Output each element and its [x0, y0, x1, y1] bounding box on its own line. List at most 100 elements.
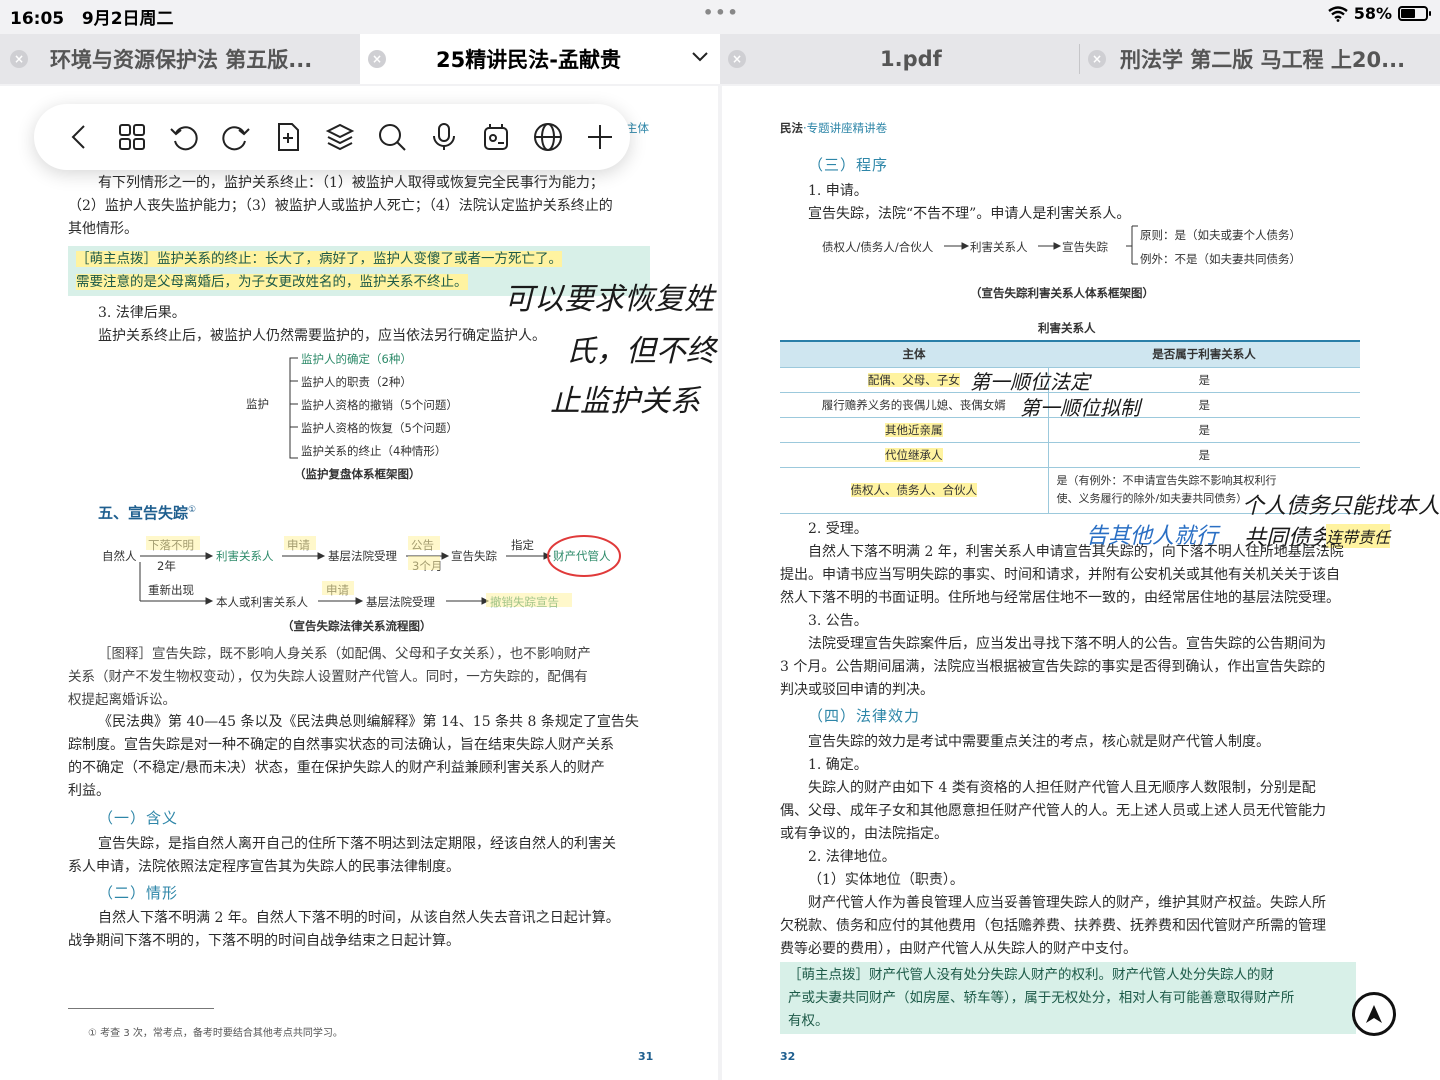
figure-note: 权提起离婚诉讼。	[68, 692, 176, 708]
subsection-heading: （三）程序	[808, 156, 889, 174]
paragraph: 欠税款、债务和应付的其他费用（包括赡养费、扶养费、抚养费和因代管财产所需的管理	[780, 918, 1326, 934]
wifi-icon	[1327, 5, 1348, 22]
flow-arrows	[139, 535, 621, 607]
add-page-icon[interactable]	[262, 111, 314, 163]
paragraph: 系人申请，法院依照法定程序宣告其为失踪人的民事法律制度。	[68, 859, 460, 875]
table-cell: 代位继承人	[780, 442, 1049, 468]
tab-bar: × 环境与资源保护法 第五版... × 25精讲民法-孟献贵 × 1.pdf ×…	[0, 34, 1440, 84]
handwritten-note: 个人债务只能找本人	[1242, 494, 1440, 519]
navigate-up-icon[interactable]	[1352, 992, 1396, 1036]
item-heading: 3. 公告。	[808, 613, 868, 629]
tip-text: 有权。	[788, 1013, 829, 1029]
close-icon[interactable]: ×	[368, 50, 386, 68]
item-heading: （1）实体地位（职责）。	[808, 872, 964, 888]
battery-icon	[1398, 6, 1431, 21]
subsection-heading: （一）含义	[98, 809, 179, 827]
tip-text: ［萌主点拨］财产代管人没有处分失踪人财产的权利。财产代管人处分失踪人的财	[788, 967, 1274, 983]
chain-arrows	[944, 225, 1138, 265]
figure-caption: （宣告失踪法律关系流程图）	[282, 619, 432, 633]
paragraph: 宣告失踪的效力是考试中需要重点关注的考点，核心就是财产代管人制度。	[808, 734, 1270, 750]
tab-divider	[1079, 44, 1080, 74]
item-heading: 2. 法律地位。	[808, 849, 896, 865]
tab-civil-law[interactable]: × 25精讲民法-孟献贵	[360, 34, 720, 84]
paragraph: 费等必要的费用），由财产代管人从失踪人的财产中支付。	[780, 941, 1137, 957]
paragraph: 提出。申请书应当写明失踪的事实、时间和请求，并附有公安机关或其他有关机关关于该自	[780, 567, 1340, 583]
pdf-page-right[interactable]: 民法·专题讲座精讲卷 （三）程序 1. 申请。 宣告失踪，法院“不告不理”。申请…	[722, 86, 1440, 1080]
item-heading: 2. 受理。	[808, 521, 868, 537]
paragraph: 判决或驳回申请的判决。	[780, 682, 934, 698]
table-cell: 其他近亲属	[780, 417, 1049, 443]
subsection-heading: （四）法律效力	[808, 707, 921, 725]
layers-icon[interactable]	[314, 111, 366, 163]
paragraph: 宣告失踪，是指自然人离开自己的住所下落不明达到法定期限，经该自然人的利害关	[98, 836, 616, 852]
tab-pdf[interactable]: × 1.pdf	[726, 34, 1078, 84]
paragraph: 或有争议的，由法院指定。	[780, 826, 948, 842]
pdf-page-left[interactable]: 主体 有下列情形之一的，监护关系终止：（1）被监护人取得或恢复完全民事行为能力；…	[0, 86, 718, 1080]
table-cell: 是	[1048, 442, 1360, 468]
status-right: 58%	[1327, 4, 1431, 23]
table-header: 是否属于利害关系人	[1048, 341, 1360, 368]
figure-caption: （宣告失踪利害关系人体系框架图）	[970, 286, 1154, 300]
footnote: ① 考查 3 次，常考点，备考时要结合其他考点共同学习。	[88, 1028, 343, 1039]
item-heading: 1. 确定。	[808, 757, 868, 773]
paragraph: 踪制度。宣告失踪是对一种不确定的自然事实状态的司法确认，旨在结束失踪人财产关系	[68, 737, 614, 753]
tab-title: 刑法学 第二版 马工程 上20...	[1120, 48, 1406, 72]
paragraph: 的不确定（不稳定/悬而未决）状态，重在保护失踪人的财产利益兼顾利害关系人的财产	[68, 760, 605, 776]
figure-note: ［图释］宣告失踪，既不影响人身关系（如配偶、父母和子女关系），也不影响财产	[98, 646, 591, 662]
grid-icon[interactable]	[106, 111, 158, 163]
handwritten-note: 第一顺位拟制	[1020, 396, 1140, 420]
tab-title: 1.pdf	[880, 47, 942, 71]
search-icon[interactable]	[366, 111, 418, 163]
plus-icon[interactable]	[574, 111, 626, 163]
annotation-toolbar	[34, 104, 630, 170]
close-icon[interactable]: ×	[1088, 50, 1106, 68]
status-bar: 16:05 9月2日周二 ••• 58%	[0, 0, 1440, 30]
sticker-icon[interactable]	[470, 111, 522, 163]
paragraph: 偶、父母、成年子女和其他愿意担任财产代管人的人。无上述人员或上述人员无代管能力	[780, 803, 1326, 819]
rule-text: 原则：是（如夫或妻个人债务）	[1140, 228, 1301, 242]
page-number: 32	[780, 1050, 796, 1063]
paragraph: 失踪人的财产由如下 4 类有资格的人担任财产代管人且无顺序人数限制，分别是配	[808, 780, 1316, 796]
figure-note: 关系（财产不发生物权变动），仅为失踪人设置财产代管人。同时，一方失踪的，配偶有	[68, 669, 588, 685]
paragraph: 《民法典》第 40—45 条以及《民法典总则编解释》第 14、15 条共 8 条…	[98, 714, 639, 730]
paragraph: 战争期间下落不明的，下落不明的时间自战争结束之日起计算。	[68, 933, 460, 949]
back-icon[interactable]	[54, 111, 106, 163]
item-heading: 1. 申请。	[808, 183, 868, 199]
paragraph: 法院受理宣告失踪案件后，应当发出寻找下落不明人的公告。宣告失踪的公告期间为	[808, 636, 1326, 652]
tip-text: 产或夫妻共同财产（如房屋、轿车等），属于无权处分，相对人有可能善意取得财产所	[788, 990, 1295, 1006]
table-cell: 债权人、债务人、合伙人	[780, 467, 1049, 514]
table-cell: 是	[1048, 367, 1360, 393]
handwritten-note: 第一顺位法定	[970, 370, 1090, 394]
battery-fill	[1401, 9, 1415, 18]
paragraph: 然人下落不明的书面证明。住所地与经常居住地不一致的，由经常居住地的基层法院受理。	[780, 590, 1340, 606]
paragraph: 自然人下落不明满 2 年。自然人下落不明的时间，从该自然人失去音讯之日起计算。	[98, 910, 620, 926]
table-header: 主体	[780, 341, 1048, 368]
running-head: 民法·专题讲座精讲卷	[780, 121, 888, 135]
chevron-down-icon[interactable]	[690, 46, 710, 71]
tab-title: 25精讲民法-孟献贵	[436, 48, 621, 72]
paragraph: 3 个月。公告期间届满，法院应当根据被宣告失踪的事实是否得到确认，作出宣告失踪的	[780, 659, 1326, 675]
table-row: 代位继承人 是	[780, 442, 1360, 468]
globe-icon[interactable]	[522, 111, 574, 163]
status-time: 16:05 9月2日周二	[10, 9, 174, 29]
tab-criminal-law[interactable]: × 刑法学 第二版 马工程 上20...	[1086, 34, 1440, 84]
tab-env-law[interactable]: × 环境与资源保护法 第五版...	[0, 34, 360, 84]
paragraph: 财产代管人作为善良管理人应当妥善管理失踪人的财产，维护其财产权益。失踪人所	[808, 895, 1326, 911]
table-cell: 履行赡养义务的丧偶儿媳、丧偶女婿	[780, 392, 1049, 418]
battery-percent: 58%	[1353, 4, 1392, 23]
page-number: 31	[638, 1050, 654, 1063]
close-icon[interactable]: ×	[728, 50, 746, 68]
exception-text: 例外：不是（如夫妻共同债务）	[1140, 252, 1301, 266]
redo-icon[interactable]	[210, 111, 262, 163]
footnote-rule	[68, 1008, 214, 1009]
undo-icon[interactable]	[158, 111, 210, 163]
paragraph: 利益。	[68, 783, 110, 799]
table-header-row: 主体 是否属于利害关系人	[780, 341, 1360, 368]
paragraph: 自然人下落不明满 2 年，利害关系人申请宣告其失踪的，向下落不明人住所地基层法院	[808, 544, 1344, 560]
subsection-heading: （二）情形	[98, 884, 179, 902]
microphone-icon[interactable]	[418, 111, 470, 163]
table-title: 利害关系人	[1038, 321, 1096, 335]
close-icon[interactable]: ×	[10, 50, 28, 68]
multitask-dots[interactable]: •••	[703, 3, 740, 22]
tab-title: 环境与资源保护法 第五版...	[50, 48, 313, 72]
